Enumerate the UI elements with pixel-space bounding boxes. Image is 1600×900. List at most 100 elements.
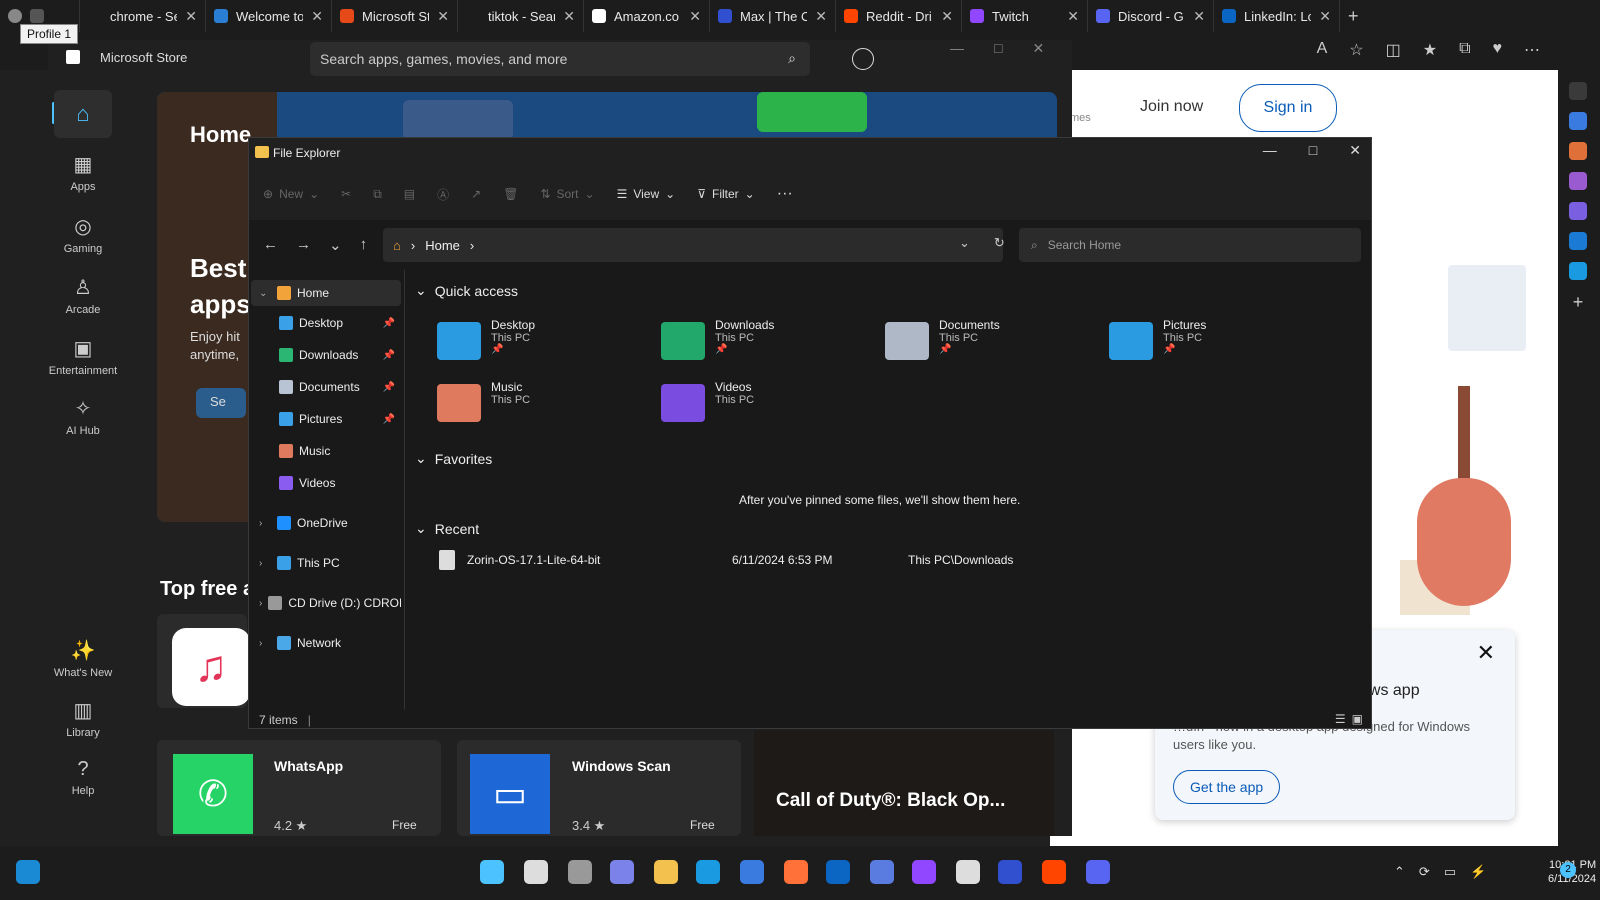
browser-tab[interactable]: tiktok - Sear ✕ <box>458 0 584 32</box>
section-recent[interactable]: ⌄ Recent <box>415 520 479 537</box>
games-link[interactable]: mes <box>1070 112 1091 124</box>
new-tab-button[interactable]: + <box>1340 0 1380 32</box>
maximize-icon[interactable]: □ <box>994 40 1002 57</box>
recent-file-row[interactable]: Zorin-OS-17.1-Lite-64-bit 6/11/2024 6:53… <box>439 550 1013 570</box>
chevron-right-icon[interactable]: › <box>259 558 271 569</box>
file-explorer-icon[interactable] <box>654 860 678 884</box>
task-view-icon[interactable] <box>568 860 592 884</box>
start-icon[interactable] <box>480 860 504 884</box>
close-icon[interactable]: ✕ <box>1477 640 1495 666</box>
browser-tab[interactable]: Discord - G ✕ <box>1088 0 1214 32</box>
new-button[interactable]: ⊕ New ⌄ <box>263 187 319 201</box>
nav-pane-item-home[interactable]: ⌄ Home <box>251 280 401 306</box>
close-tab-icon[interactable]: ✕ <box>941 8 953 25</box>
share-icon[interactable]: ↗ <box>471 187 481 201</box>
cut-icon[interactable]: ✂ <box>341 187 351 201</box>
display-icon[interactable]: ▭ <box>1444 864 1456 880</box>
browser-tab[interactable]: chrome - Se ✕ <box>80 0 206 32</box>
browser-tab[interactable]: LinkedIn: Lo ✕ <box>1214 0 1340 32</box>
hero-see-button[interactable]: Se <box>196 388 246 418</box>
quick-access-desktop[interactable]: Desktop This PC 📌 <box>437 318 647 360</box>
nav-item-what-s-new[interactable]: ✨ What's New <box>48 638 118 679</box>
nav-item-arcade[interactable]: ♙ Arcade <box>48 275 118 316</box>
nav-pane-item-documents[interactable]: Documents 📌 <box>251 374 401 400</box>
chevron-right-icon[interactable]: › <box>259 518 271 529</box>
close-tab-icon[interactable]: ✕ <box>815 8 827 25</box>
breadcrumb-home[interactable]: Home <box>425 238 460 253</box>
search-icon[interactable] <box>524 860 548 884</box>
browser-tab[interactable]: Reddit - Dri ✕ <box>836 0 962 32</box>
paste-icon[interactable]: ▤ <box>404 187 415 201</box>
forward-icon[interactable]: → <box>296 236 311 254</box>
quick-access-downloads[interactable]: Downloads This PC 📌 <box>661 318 871 360</box>
chevron-up-icon[interactable]: ⌃ <box>1394 864 1405 880</box>
maximize-icon[interactable]: □ <box>1309 142 1317 159</box>
nav-pane-item-onedrive[interactable]: › OneDrive <box>251 510 401 536</box>
close-icon[interactable]: ✕ <box>1032 40 1044 57</box>
notification-badge[interactable]: 2 <box>1560 862 1576 878</box>
nav-pane-item-cd[interactable]: › CD Drive (D:) CDROM <box>251 590 401 616</box>
favorites-icon[interactable]: ★ <box>1423 40 1437 60</box>
sidebar-search-icon[interactable] <box>1569 82 1587 100</box>
nav-pane-item-videos[interactable]: Videos <box>251 470 401 496</box>
quick-access-documents[interactable]: Documents This PC 📌 <box>885 318 1095 360</box>
tab-actions-icon[interactable] <box>30 9 44 23</box>
nav-item-entertainment[interactable]: ▣ Entertainment <box>48 336 118 377</box>
close-tab-icon[interactable]: ✕ <box>563 8 575 25</box>
nav-item-gaming[interactable]: ◎ Gaming <box>48 214 118 255</box>
twitch-icon[interactable] <box>912 860 936 884</box>
nav-home-icon[interactable]: ⌂ <box>54 90 112 138</box>
sidebar-add-icon[interactable]: + <box>1569 292 1587 312</box>
filter-button[interactable]: ⊽ Filter ⌄ <box>697 187 755 201</box>
account-avatar[interactable] <box>852 48 874 70</box>
firefox-icon[interactable] <box>784 860 808 884</box>
reddit-icon[interactable] <box>1042 860 1066 884</box>
split-screen-icon[interactable]: ◫ <box>1386 40 1401 60</box>
browser-essentials-icon[interactable]: ♥ <box>1493 40 1503 60</box>
featured-game-card[interactable] <box>754 730 1054 836</box>
close-tab-icon[interactable]: ✕ <box>689 8 701 25</box>
refresh-icon[interactable]: ↻ <box>994 235 1005 251</box>
back-icon[interactable]: ← <box>263 236 278 254</box>
search-icon[interactable]: ⌕ <box>788 50 796 67</box>
tiles-view-icon[interactable]: ▣ <box>1352 712 1363 726</box>
nav-item-help[interactable]: ? Help <box>48 758 118 797</box>
quick-access-videos[interactable]: Videos This PC <box>661 380 871 422</box>
explorer-search-input[interactable]: ⌕ Search Home <box>1019 228 1361 262</box>
linkedin-icon[interactable] <box>826 860 850 884</box>
sort-button[interactable]: ⇅ Sort ⌄ <box>540 187 594 201</box>
close-tab-icon[interactable]: ✕ <box>437 8 449 25</box>
join-now-link[interactable]: Join now <box>1140 98 1203 116</box>
get-the-app-button[interactable]: Get the app <box>1173 770 1281 804</box>
nav-pane-item-pictures[interactable]: Pictures 📌 <box>251 406 401 432</box>
nav-pane-item-desktop[interactable]: Desktop 📌 <box>251 310 401 336</box>
close-icon[interactable]: ✕ <box>1349 142 1361 159</box>
collections-icon[interactable]: ⧉ <box>1459 40 1470 60</box>
more-options-button[interactable]: ··· <box>777 185 793 203</box>
quick-access-pictures[interactable]: Pictures This PC 📌 <box>1109 318 1319 360</box>
nav-item-ai-hub[interactable]: ✧ AI Hub <box>48 396 118 437</box>
close-tab-icon[interactable]: ✕ <box>1319 8 1331 25</box>
store-search-input[interactable]: Search apps, games, movies, and more ⌕ <box>310 42 810 76</box>
teams-chat-icon[interactable] <box>610 860 634 884</box>
sign-in-button[interactable]: Sign in <box>1239 84 1337 132</box>
amazon-icon[interactable] <box>956 860 980 884</box>
read-aloud-icon[interactable]: A <box>1317 40 1328 60</box>
close-tab-icon[interactable]: ✕ <box>311 8 323 25</box>
up-icon[interactable]: ↑ <box>360 236 368 254</box>
sidebar-send-icon[interactable] <box>1569 262 1587 280</box>
browser-tab[interactable]: Max | The O ✕ <box>710 0 836 32</box>
close-tab-icon[interactable]: ✕ <box>185 8 197 25</box>
browser-tab[interactable]: Welcome to ✕ <box>206 0 332 32</box>
sidebar-tools-icon[interactable] <box>1569 142 1587 160</box>
microsoft-store-icon[interactable] <box>740 860 764 884</box>
favorite-star-icon[interactable]: ☆ <box>1349 40 1363 60</box>
address-dropdown-icon[interactable]: ⌄ <box>959 235 970 251</box>
chevron-down-icon[interactable]: ⌄ <box>259 288 271 299</box>
browser-tab[interactable]: Twitch ✕ <box>962 0 1088 32</box>
chevron-right-icon[interactable]: › <box>259 638 271 649</box>
section-favorites[interactable]: ⌄ Favorites <box>415 450 492 467</box>
nav-pane-item-this[interactable]: › This PC <box>251 550 401 576</box>
close-tab-icon[interactable]: ✕ <box>1067 8 1079 25</box>
max-icon[interactable] <box>998 860 1022 884</box>
